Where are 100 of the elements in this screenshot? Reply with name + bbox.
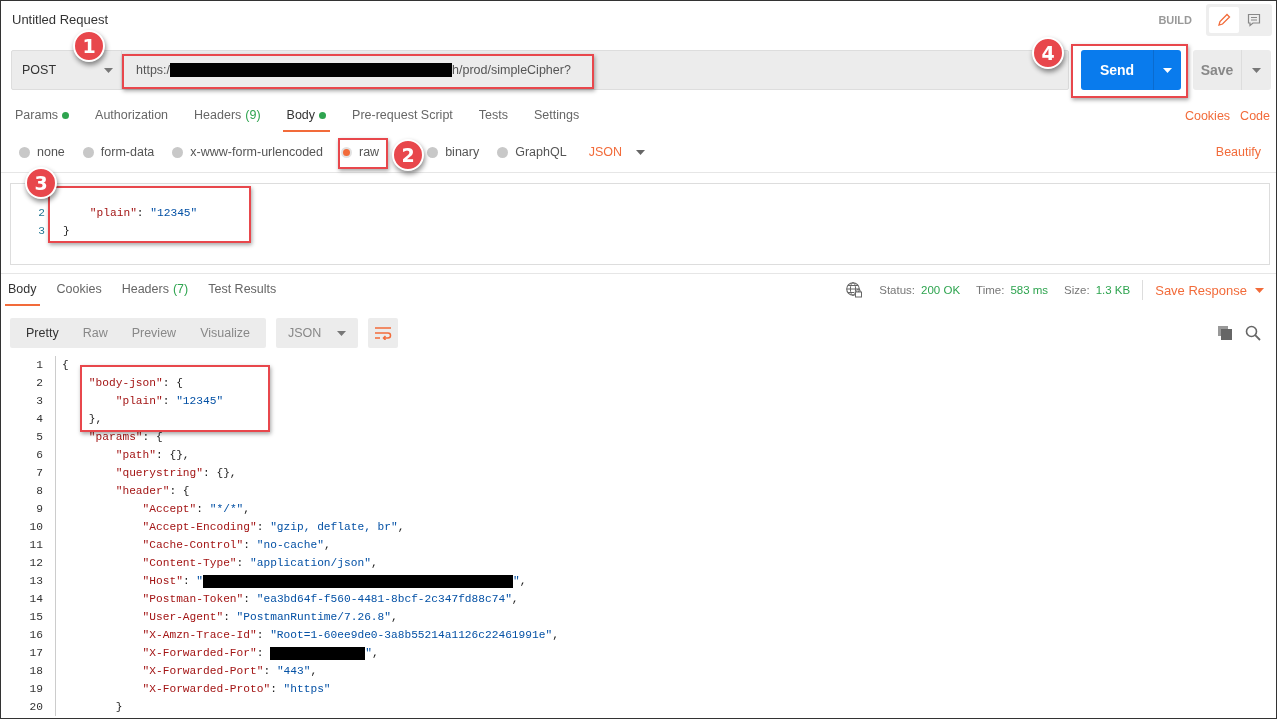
body-type-option[interactable]: binary	[427, 145, 480, 159]
caret-icon	[635, 149, 645, 155]
line-number: 3	[37, 225, 46, 237]
body-type-option[interactable]: none	[19, 145, 65, 159]
code-line: "Accept-Encoding": "gzip, deflate, br",	[141, 521, 405, 533]
radio-button[interactable]	[19, 146, 30, 158]
request-title: Untitled Request	[12, 12, 109, 27]
body-type-option[interactable]: GraphQL	[497, 145, 567, 159]
code-line: "X-Forwarded-For":	[141, 647, 265, 659]
meta-value: 1.3 KB	[1095, 284, 1131, 296]
code-line: "Host": "	[141, 575, 204, 587]
code-line: "body-json": {	[87, 377, 183, 389]
edit-mode-button[interactable]	[1209, 6, 1239, 33]
line-number: 11	[28, 539, 44, 551]
view-mode-button[interactable]: Raw	[70, 318, 120, 348]
code-line: "path": {},	[114, 449, 190, 461]
request-tab[interactable]: Body	[282, 100, 331, 132]
line-number: 12	[28, 557, 44, 569]
response-tab[interactable]: Test Results	[205, 274, 280, 306]
body-type-option[interactable]: x-www-form-urlencoded	[172, 145, 323, 159]
code-line: "Postman-Token": "ea3bd64f-f560-4481-8bcf-2c347fd88c74",	[141, 593, 519, 605]
mode-label: BUILD	[1158, 13, 1192, 26]
line-number: 5	[35, 431, 44, 443]
request-tab[interactable]: Tests	[474, 100, 512, 132]
header-link[interactable]: Code	[1240, 109, 1270, 123]
step-callout: 1	[73, 30, 105, 62]
code-line: "X-Forwarded-Proto": "https"	[141, 683, 331, 695]
format-dropdown[interactable]: JSON	[275, 318, 359, 348]
line-number: 8	[35, 485, 44, 497]
radio-button[interactable]	[497, 146, 509, 158]
line-number: 7	[35, 467, 44, 479]
request-tab[interactable]: Params	[11, 100, 74, 132]
code-line: "params": {	[87, 431, 163, 443]
radio-button[interactable]	[172, 146, 184, 158]
response-tab[interactable]: Cookies	[53, 274, 105, 306]
url-field[interactable]: https:/ h/prod/simpleCipher?	[122, 63, 571, 77]
request-tab[interactable]: Headers (9)	[190, 100, 265, 132]
line-number: 9	[35, 503, 44, 515]
code-line: },	[87, 413, 103, 425]
line-number: 3	[35, 395, 44, 407]
meta-value: 200 OK	[921, 284, 961, 296]
radio-button[interactable]	[82, 146, 94, 158]
view-mode-button[interactable]: Pretty	[14, 318, 71, 348]
comment-icon	[1246, 11, 1262, 28]
code-line: ",	[513, 575, 527, 587]
line-number: 6	[35, 449, 44, 461]
code-line: ",	[365, 647, 379, 659]
request-tab[interactable]: Authorization	[91, 100, 173, 132]
meta-label: Status:	[879, 284, 916, 296]
response-tab[interactable]: Body	[5, 274, 40, 306]
url-text: h/prod/simpleCipher?	[452, 63, 571, 77]
caret-icon	[1163, 67, 1172, 73]
line-number: 2	[35, 377, 44, 389]
code-line: "X-Forwarded-Port": "443",	[141, 665, 318, 677]
wrap-lines-button[interactable]	[368, 318, 399, 348]
copy-icon[interactable]	[1217, 325, 1233, 341]
meta-label: Time:	[976, 284, 1005, 296]
code-line: }	[114, 701, 123, 713]
caret-icon	[104, 67, 113, 73]
code-line: "plain": "12345"	[114, 395, 224, 407]
highlight-frame	[338, 138, 388, 169]
format-dropdown[interactable]: JSON	[588, 145, 645, 159]
line-number: 20	[28, 701, 44, 713]
search-icon[interactable]	[1245, 325, 1261, 341]
body-type-option[interactable]: raw	[341, 145, 380, 159]
globe-lock-icon	[845, 281, 864, 299]
header-link[interactable]: Cookies	[1184, 109, 1231, 123]
step-callout: 3	[25, 167, 57, 199]
line-number: 13	[28, 575, 44, 587]
beautify-link[interactable]: Beautify	[1215, 145, 1261, 159]
line-number: 15	[28, 611, 44, 623]
caret-icon	[1252, 67, 1261, 73]
line-number: 18	[28, 665, 44, 677]
line-number: 4	[35, 413, 44, 425]
code-line: "header": {	[114, 485, 190, 497]
code-line: }	[63, 225, 70, 237]
code-line: "User-Agent": "PostmanRuntime/7.26.8",	[141, 611, 398, 623]
code-line: "Cache-Control": "no-cache",	[141, 539, 331, 551]
step-callout: 4	[1032, 37, 1064, 69]
wrap-lines-icon	[374, 326, 393, 340]
meta-label: Size:	[1064, 284, 1090, 296]
response-tab[interactable]: Headers (7)	[118, 274, 192, 306]
body-type-option[interactable]: form-data	[82, 145, 155, 159]
code-line: "Content-Type": "application/json",	[141, 557, 378, 569]
request-tab[interactable]: Pre-request Script	[348, 100, 457, 132]
caret-icon	[337, 330, 347, 336]
request-tab[interactable]: Settings	[530, 100, 584, 132]
pencil-icon	[1216, 11, 1232, 28]
line-number: 19	[28, 683, 44, 695]
code-line: {	[62, 359, 69, 371]
line-number: 14	[28, 593, 44, 605]
view-mode-button[interactable]: Visualize	[188, 318, 262, 348]
radio-button[interactable]	[341, 146, 352, 158]
save-response-button[interactable]: Save Response	[1155, 282, 1264, 298]
code-line: "plain": "12345"	[88, 207, 198, 219]
code-line: "querystring": {},	[114, 467, 237, 479]
view-mode-button[interactable]: Preview	[119, 318, 189, 348]
radio-button[interactable]	[427, 146, 439, 158]
code-line: "Accept": "*/*",	[141, 503, 251, 515]
meta-value: 583 ms	[1010, 284, 1049, 296]
